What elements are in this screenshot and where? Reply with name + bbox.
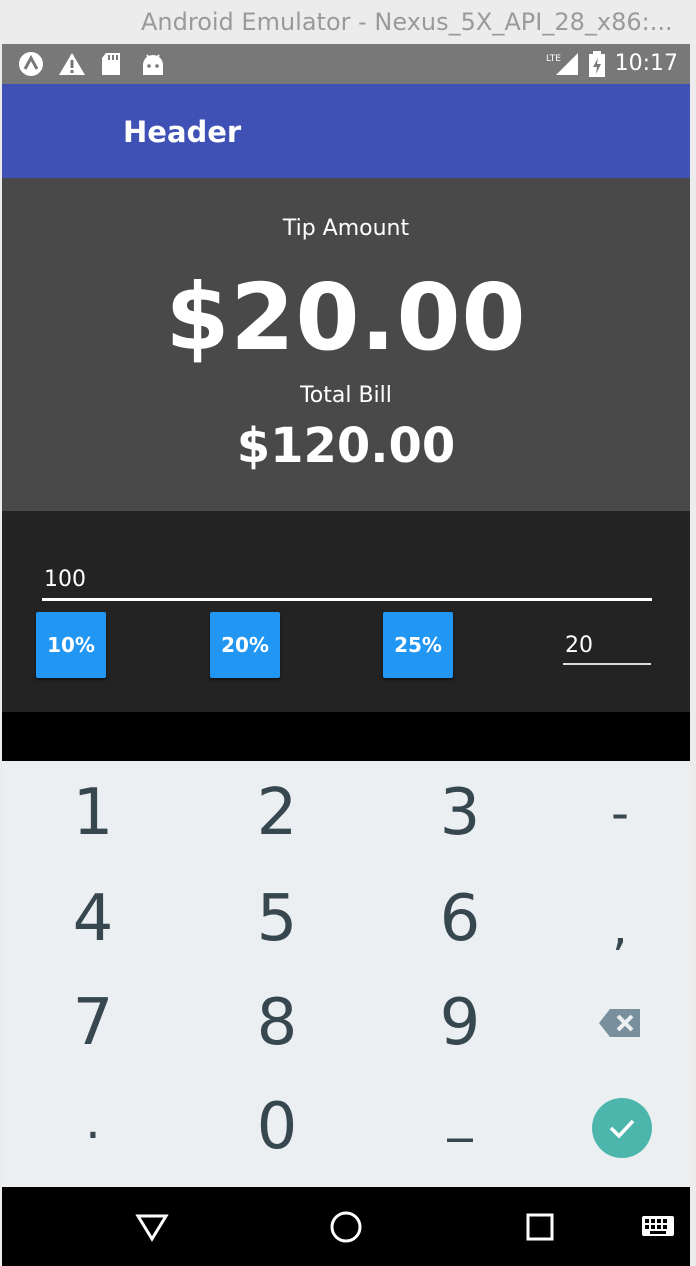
- emulator-title-bar: Android Emulator - Nexus_5X_API_28_x86:.…: [0, 0, 696, 44]
- recents-icon: [526, 1213, 554, 1241]
- backspace-icon: [599, 1009, 640, 1037]
- page-title: Header: [123, 115, 242, 149]
- key-5[interactable]: 5: [217, 869, 337, 969]
- warning-icon: [59, 53, 85, 75]
- navigation-bar: [2, 1187, 690, 1266]
- key-1[interactable]: 1: [33, 763, 153, 863]
- battery-charging-icon: [589, 51, 605, 77]
- status-bar: LTE 10:17: [2, 44, 690, 84]
- network-label: LTE: [546, 54, 561, 64]
- key-4[interactable]: 4: [33, 869, 153, 969]
- total-bill-label: Total Bill: [300, 383, 392, 408]
- back-button[interactable]: [132, 1207, 172, 1247]
- bill-amount-input[interactable]: 100: [42, 561, 652, 601]
- lte-signal-icon: LTE: [546, 53, 578, 75]
- key-9[interactable]: 9: [400, 973, 520, 1073]
- app-a-icon: [19, 52, 43, 76]
- back-icon: [135, 1214, 169, 1242]
- tip-amount-value: $20.00: [165, 264, 527, 371]
- tip-25-percent-button[interactable]: 25%: [383, 612, 453, 678]
- app-bar: Header: [2, 84, 690, 178]
- home-icon: [330, 1211, 362, 1243]
- key-2[interactable]: 2: [217, 763, 337, 863]
- key-6[interactable]: 6: [400, 869, 520, 969]
- tip-summary-panel: Tip Amount $20.00 Total Bill $120.00: [2, 178, 690, 511]
- recents-button[interactable]: [520, 1207, 560, 1247]
- key-backspace[interactable]: [560, 973, 680, 1073]
- key-8[interactable]: 8: [217, 973, 337, 1073]
- total-bill-value: $120.00: [236, 418, 456, 474]
- tip-percent-input[interactable]: 20: [563, 633, 651, 665]
- tip-10-percent-button[interactable]: 10%: [36, 612, 106, 678]
- emulator-window-title: Android Emulator - Nexus_5X_API_28_x86:.…: [141, 8, 673, 36]
- key-7[interactable]: 7: [33, 973, 153, 1073]
- key-period[interactable]: .: [33, 1071, 153, 1171]
- key-3[interactable]: 3: [400, 763, 520, 863]
- home-button[interactable]: [326, 1207, 366, 1247]
- keyboard-icon: [642, 1216, 674, 1236]
- key-done[interactable]: [592, 1098, 652, 1158]
- numeric-keyboard: 1 2 3 - 4 5 6 , 7 8 9 . 0 _: [2, 761, 690, 1187]
- android-icon: [143, 54, 163, 75]
- tip-20-percent-button[interactable]: 20%: [210, 612, 280, 678]
- tip-amount-label: Tip Amount: [282, 216, 410, 241]
- keyboard-switch-button[interactable]: [638, 1207, 678, 1247]
- status-time: 10:17: [614, 51, 678, 76]
- key-minus[interactable]: -: [560, 763, 680, 863]
- key-comma[interactable]: ,: [560, 877, 680, 977]
- key-space[interactable]: _: [400, 1063, 520, 1163]
- key-0[interactable]: 0: [217, 1077, 337, 1177]
- done-icon: [609, 1119, 635, 1139]
- keyboard-gap: [2, 712, 690, 761]
- sd-card-icon: [102, 53, 120, 75]
- input-panel: 100 10% 20% 25% 20: [2, 511, 690, 712]
- device-screen: LTE 10:17 Header Tip Amount $20.00 Total…: [2, 44, 690, 1266]
